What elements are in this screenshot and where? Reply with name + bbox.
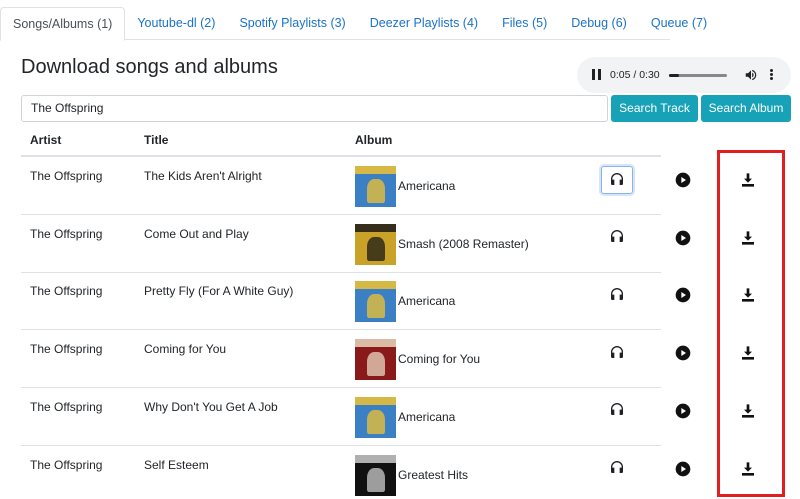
- album-cover-art: [355, 454, 396, 463]
- play-button[interactable]: [675, 230, 691, 246]
- row-artist: The Offspring: [30, 342, 103, 357]
- more-options-icon[interactable]: [770, 68, 774, 82]
- album-cover: [355, 166, 396, 207]
- results-table-header: Artist Title Album: [21, 124, 661, 157]
- play-button[interactable]: [675, 345, 691, 361]
- row-album: Smash (2008 Remaster): [398, 236, 529, 251]
- table-row: The Offspring Why Don't You Get A Job Amer…: [21, 388, 754, 446]
- headphones-icon: [609, 171, 625, 190]
- table-row: The Offspring Come Out and Play Smash (200…: [21, 215, 754, 273]
- play-circle-icon: [675, 172, 691, 191]
- album-cover-art: [367, 467, 385, 492]
- search-album-button[interactable]: Search Album: [701, 95, 791, 122]
- row-album: Americana: [398, 294, 456, 309]
- tab-bar: Songs/Albums (1) Youtube-dl (2) Spotify …: [0, 7, 707, 41]
- listen-button[interactable]: [601, 339, 633, 367]
- search-track-button[interactable]: Search Track: [611, 95, 698, 122]
- player-progress-fill: [669, 74, 679, 77]
- row-title: Coming for You: [144, 342, 227, 357]
- row-title: Why Don't You Get A Job: [144, 399, 278, 414]
- headphones-icon: [609, 228, 625, 247]
- row-artist: The Offspring: [30, 169, 103, 183]
- album-cover-art: [355, 281, 396, 290]
- play-circle-icon: [675, 230, 691, 249]
- play-button[interactable]: [675, 287, 691, 303]
- album-cover-art: [355, 339, 396, 348]
- listen-button[interactable]: [601, 166, 633, 194]
- row-artist: The Offspring: [30, 284, 103, 299]
- player-progress-slider[interactable]: [669, 74, 727, 77]
- row-title: Come Out and Play: [144, 226, 249, 241]
- table-row: The Offspring Pretty Fly (For A White Guy…: [21, 272, 754, 331]
- album-cover: [355, 396, 396, 438]
- tab-spotify-playlists[interactable]: Spotify Playlists (3): [227, 7, 357, 40]
- column-header-album: Album: [355, 133, 393, 147]
- search-input[interactable]: The Offspring: [21, 95, 608, 122]
- row-title: Pretty Fly (For A White Guy): [144, 284, 294, 299]
- tab-youtube-dl[interactable]: Youtube-dl (2): [125, 7, 227, 40]
- volume-icon[interactable]: [744, 68, 758, 82]
- album-cover: [355, 281, 396, 323]
- headphones-icon: [609, 344, 625, 363]
- listen-button[interactable]: [601, 281, 633, 309]
- tab-files[interactable]: Files (5): [490, 7, 559, 40]
- play-button[interactable]: [675, 461, 691, 477]
- column-header-artist: Artist: [30, 133, 62, 147]
- headphones-icon: [609, 459, 625, 478]
- album-cover-art: [367, 179, 385, 203]
- play-circle-icon: [675, 461, 691, 480]
- row-artist: The Offspring: [30, 226, 103, 241]
- album-cover-art: [355, 166, 396, 174]
- play-circle-icon: [675, 345, 691, 364]
- audio-player: 0:05 / 0:30: [577, 57, 791, 93]
- download-column-highlight: [717, 150, 785, 497]
- pause-icon[interactable]: [592, 69, 602, 80]
- table-row: The Offspring The Kids Aren't Alright Amer…: [21, 157, 754, 215]
- tab-songs-albums[interactable]: Songs/Albums (1): [0, 7, 126, 41]
- album-cover-art: [355, 396, 396, 405]
- row-album: Coming for You: [398, 352, 481, 367]
- listen-button[interactable]: [601, 224, 633, 252]
- page-title: Download songs and albums: [21, 56, 278, 78]
- row-title: Self Esteem: [144, 457, 209, 472]
- listen-button[interactable]: [601, 397, 633, 425]
- column-header-title: Title: [144, 133, 169, 147]
- player-time: 0:05 / 0:30: [610, 69, 660, 81]
- play-button[interactable]: [675, 403, 691, 419]
- album-cover-art: [367, 409, 385, 434]
- play-circle-icon: [675, 288, 691, 306]
- row-title: The Kids Aren't Alright: [144, 169, 262, 183]
- play-button[interactable]: [675, 172, 691, 188]
- tab-debug[interactable]: Debug (6): [559, 7, 639, 40]
- album-cover: [355, 454, 396, 496]
- row-artist: The Offspring: [30, 399, 103, 414]
- table-row: The Offspring Self Esteem Greatest Hits: [21, 446, 754, 499]
- album-cover-art: [367, 352, 385, 377]
- listen-button[interactable]: [601, 455, 633, 483]
- headphones-icon: [609, 286, 625, 305]
- row-album: Americana: [398, 409, 456, 424]
- row-album: Americana: [398, 179, 456, 193]
- tab-deezer-playlists[interactable]: Deezer Playlists (4): [358, 7, 490, 40]
- album-cover-art: [367, 236, 385, 261]
- album-cover: [355, 339, 396, 381]
- album-cover-art: [355, 223, 396, 232]
- row-artist: The Offspring: [30, 457, 103, 472]
- album-cover-art: [367, 294, 385, 319]
- headphones-icon: [609, 401, 625, 420]
- table-row: The Offspring Coming for You Coming for Yo…: [21, 330, 754, 389]
- row-album: Greatest Hits: [398, 467, 469, 482]
- play-circle-icon: [675, 403, 691, 422]
- tab-queue[interactable]: Queue (7): [639, 7, 719, 40]
- album-cover: [355, 223, 396, 265]
